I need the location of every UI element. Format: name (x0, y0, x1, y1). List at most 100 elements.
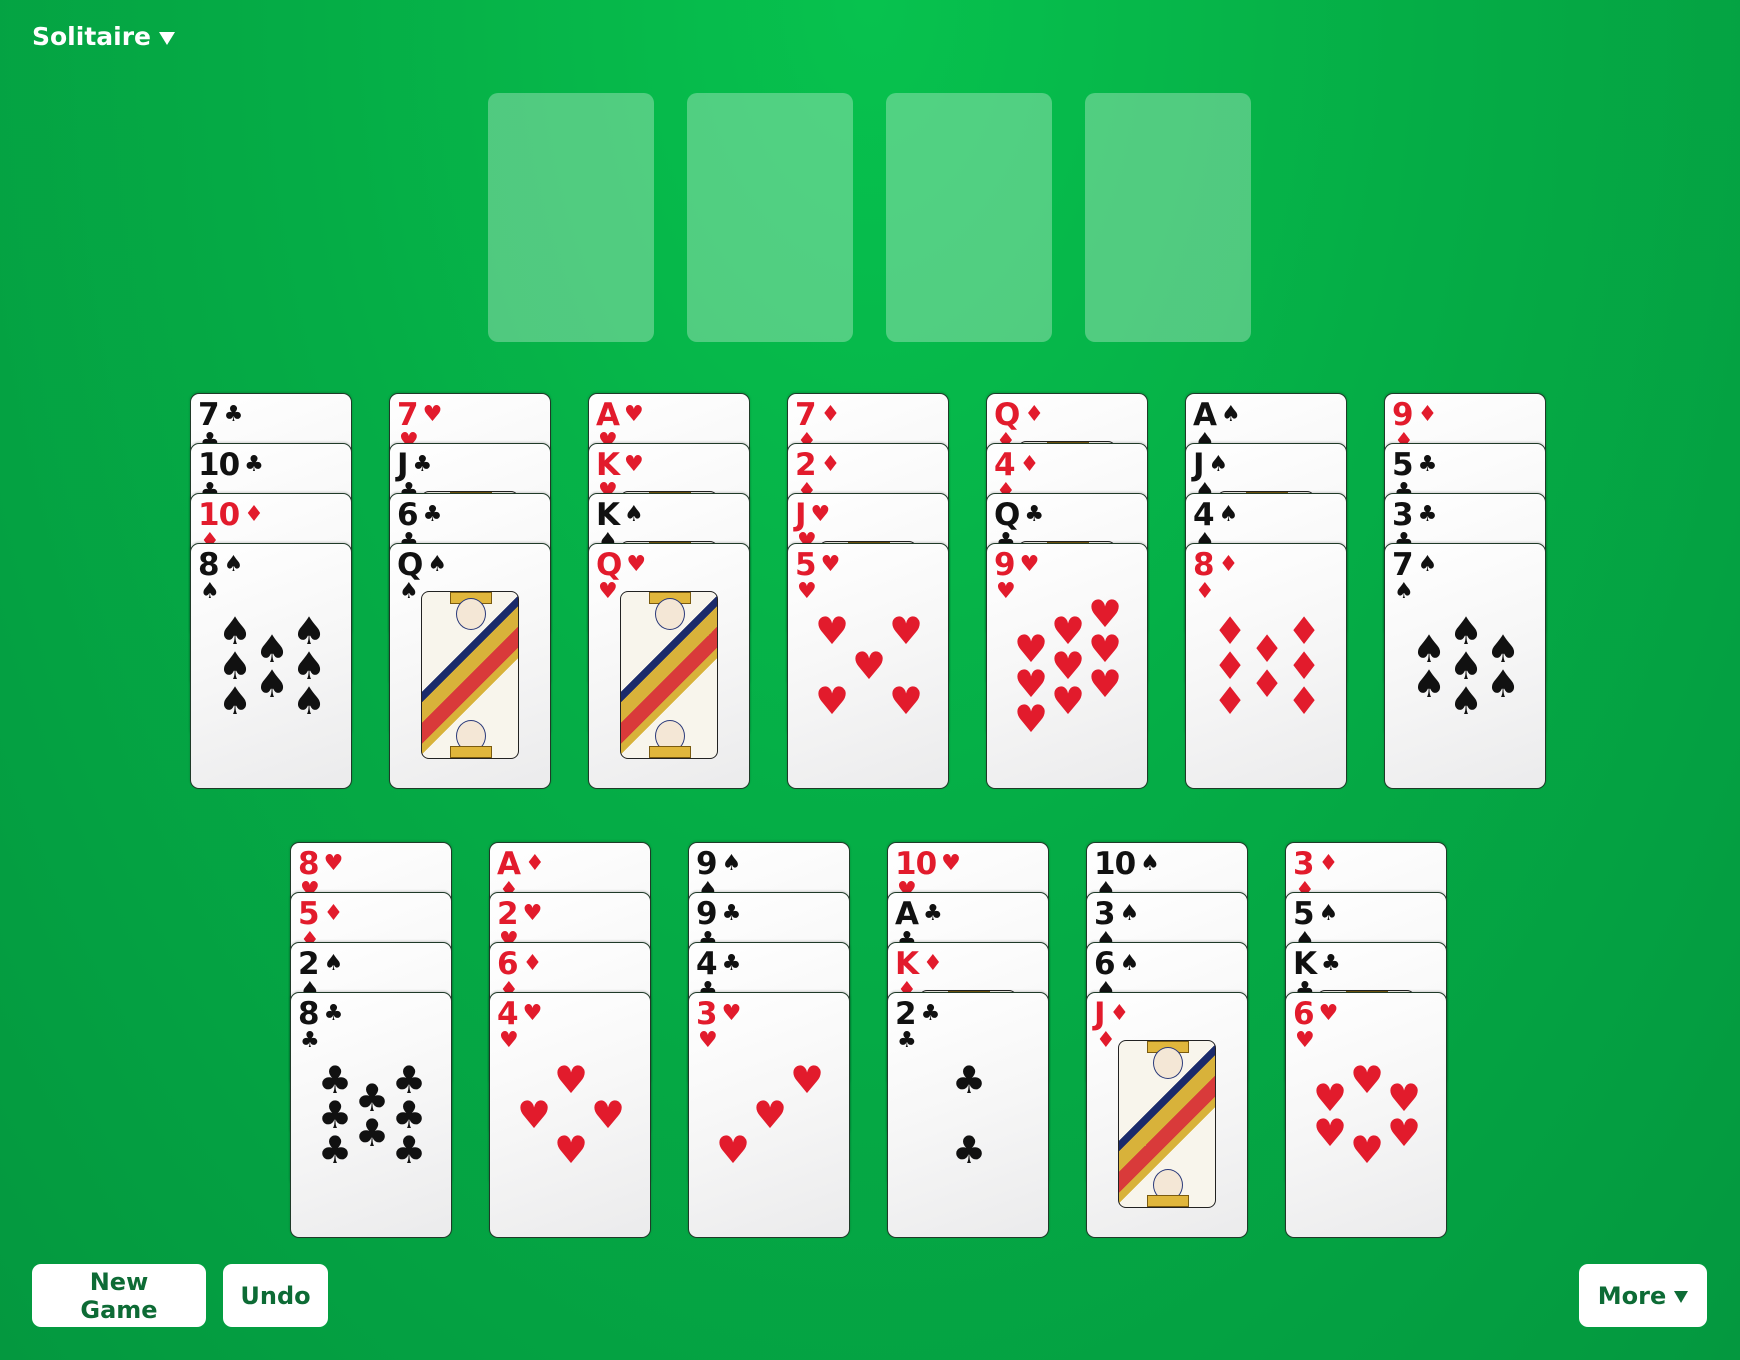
card-rank: 2 (298, 946, 320, 982)
new-game-button[interactable]: New Game (32, 1264, 206, 1327)
card-8-of-clubs[interactable]: 8 ♣ ♣ ♣ ♣ ♣ ♣ ♣ ♣ ♣ ♣ (290, 992, 452, 1238)
card-rank: 10 (198, 497, 240, 533)
heart-icon: ♥ (797, 579, 817, 604)
foundation-slot[interactable] (886, 93, 1052, 342)
card-rank: 8 (298, 996, 320, 1032)
card-rank: 7 (397, 397, 419, 433)
card-9-of-hearts[interactable]: 9 ♥ ♥ ♥ ♥ ♥ ♥ ♥ ♥ ♥ ♥ ♥ (986, 543, 1148, 789)
card-index: 9 ♥ (994, 548, 1039, 582)
card-q-of-hearts[interactable]: Q ♥ ♥ (588, 543, 750, 789)
diamond-icon: ♦ (1417, 402, 1438, 427)
card-7-of-spades[interactable]: 7 ♠ ♠ ♠ ♠ ♠ ♠ ♠ ♠ ♠ (1384, 543, 1546, 789)
heart-pip-icon: ♥ (590, 1093, 626, 1137)
club-icon: ♣ (223, 402, 244, 427)
card-3-of-hearts[interactable]: 3 ♥ ♥ ♥ ♥ ♥ (688, 992, 850, 1238)
undo-button[interactable]: Undo (223, 1264, 328, 1327)
spade-icon: ♠ (323, 951, 344, 976)
card-rank: 5 (1293, 896, 1315, 932)
heart-pip-icon: ♥ (752, 1093, 788, 1137)
foundation-slot[interactable] (1085, 93, 1251, 342)
diamond-icon: ♦ (525, 851, 545, 876)
club-icon: ♣ (300, 1028, 320, 1053)
card-index: 9 ♠ (696, 846, 741, 882)
spade-icon: ♠ (1318, 901, 1339, 926)
foundation-slot[interactable] (687, 93, 853, 342)
card-index: 7 ♠ (1392, 548, 1438, 582)
card-rank: 2 (497, 896, 519, 932)
card-index: Q ♠ (397, 547, 447, 583)
spade-icon: ♠ (1417, 552, 1438, 577)
card-index: 5 ♦ (298, 896, 343, 932)
heart-pip-icon: ♥ (789, 1058, 825, 1102)
card-2-of-clubs[interactable]: 2 ♣ ♣ ♣ ♣ (887, 992, 1049, 1238)
card-rank: J (1193, 447, 1205, 483)
card-rank: 9 (696, 846, 718, 882)
card-index: Q ♦ (994, 398, 1044, 432)
heart-icon: ♥ (941, 851, 961, 876)
card-rank: 8 (298, 846, 320, 882)
diamond-icon: ♦ (923, 951, 943, 976)
card-index: 3 ♥ (696, 997, 741, 1031)
card-rank: 3 (1293, 846, 1315, 882)
card-5-of-hearts[interactable]: 5 ♥ ♥ ♥ ♥ ♥ ♥ ♥ (787, 543, 949, 789)
spade-icon: ♠ (1394, 579, 1414, 604)
heart-pip-icon: ♥ (553, 1058, 589, 1102)
spade-icon: ♠ (1221, 402, 1241, 427)
card-rank: 10 (1094, 846, 1136, 882)
card-index: A ♠ (1193, 398, 1241, 432)
card-rank: 6 (1094, 946, 1116, 982)
spade-pip-icon: ♠ (291, 679, 327, 723)
card-8-of-diamonds[interactable]: 8 ♦ ♦ ♦ ♦ ♦ ♦ ♦ ♦ ♦ ♦ (1185, 543, 1347, 789)
club-pip-icon: ♣ (354, 1110, 390, 1155)
card-index: 3 ♣ (1392, 497, 1437, 533)
spade-pip-icon: ♠ (1448, 679, 1484, 723)
club-pip-icon: ♣ (951, 1128, 987, 1172)
card-index: J ♥ (795, 497, 830, 533)
card-index: A ♥ (596, 398, 644, 432)
card-index: 10 ♦ (198, 497, 264, 533)
card-q-of-spades[interactable]: Q ♠ ♠ (389, 543, 551, 789)
card-rank: J (795, 497, 807, 533)
card-index: 2 ♦ (795, 448, 840, 482)
foundation-slot[interactable] (488, 93, 654, 342)
card-4-of-hearts[interactable]: 4 ♥ ♥ ♥ ♥ ♥ ♥ (489, 992, 651, 1238)
heart-icon: ♥ (522, 1001, 543, 1026)
card-index: 2 ♣ (895, 997, 940, 1031)
heart-pip-icon: ♥ (1050, 679, 1086, 723)
card-index: Q ♥ (596, 548, 646, 582)
card-j-of-diamonds[interactable]: J ♦ ♦ (1086, 992, 1248, 1238)
card-rank: 4 (994, 447, 1016, 483)
diamond-pip-icon: ♦ (1286, 679, 1322, 723)
card-index: 10 ♠ (1094, 846, 1160, 882)
card-rank: 9 (696, 896, 718, 932)
card-rank: Q (397, 547, 423, 583)
diamond-icon: ♦ (522, 951, 543, 976)
card-6-of-hearts[interactable]: 6 ♥ ♥ ♥ ♥ ♥ ♥ ♥ ♥ (1285, 992, 1447, 1238)
card-index: 4 ♥ (497, 997, 543, 1031)
game-menu-button[interactable]: Solitaire (32, 22, 175, 51)
card-rank: K (895, 946, 919, 982)
heart-icon: ♥ (624, 452, 644, 477)
heart-pip-icon: ♥ (1312, 1110, 1348, 1155)
card-rank: 5 (795, 547, 817, 583)
diamond-pip-icon: ♦ (1212, 679, 1248, 723)
card-index: 6 ♠ (1094, 946, 1139, 982)
club-icon: ♣ (897, 1028, 917, 1053)
card-rank: 7 (198, 397, 220, 433)
heart-pip-icon: ♥ (851, 644, 887, 688)
card-index: 7 ♦ (795, 398, 840, 432)
heart-icon: ♥ (598, 579, 618, 604)
card-rank: 6 (497, 946, 519, 982)
card-rank: 5 (298, 896, 320, 932)
club-icon: ♣ (1321, 951, 1341, 976)
more-button[interactable]: More (1579, 1264, 1707, 1327)
court-illustration (1118, 1040, 1216, 1208)
club-icon: ♣ (721, 901, 742, 926)
heart-pip-icon: ♥ (888, 679, 924, 723)
diamond-icon: ♦ (1195, 579, 1215, 604)
diamond-icon: ♦ (1218, 552, 1239, 577)
card-rank: 3 (1392, 497, 1414, 533)
card-index: A ♣ (895, 897, 943, 931)
card-index: 5 ♠ (1293, 896, 1339, 932)
card-8-of-spades[interactable]: 8 ♠ ♠ ♠ ♠ ♠ ♠ ♠ ♠ ♠ ♠ (190, 543, 352, 789)
